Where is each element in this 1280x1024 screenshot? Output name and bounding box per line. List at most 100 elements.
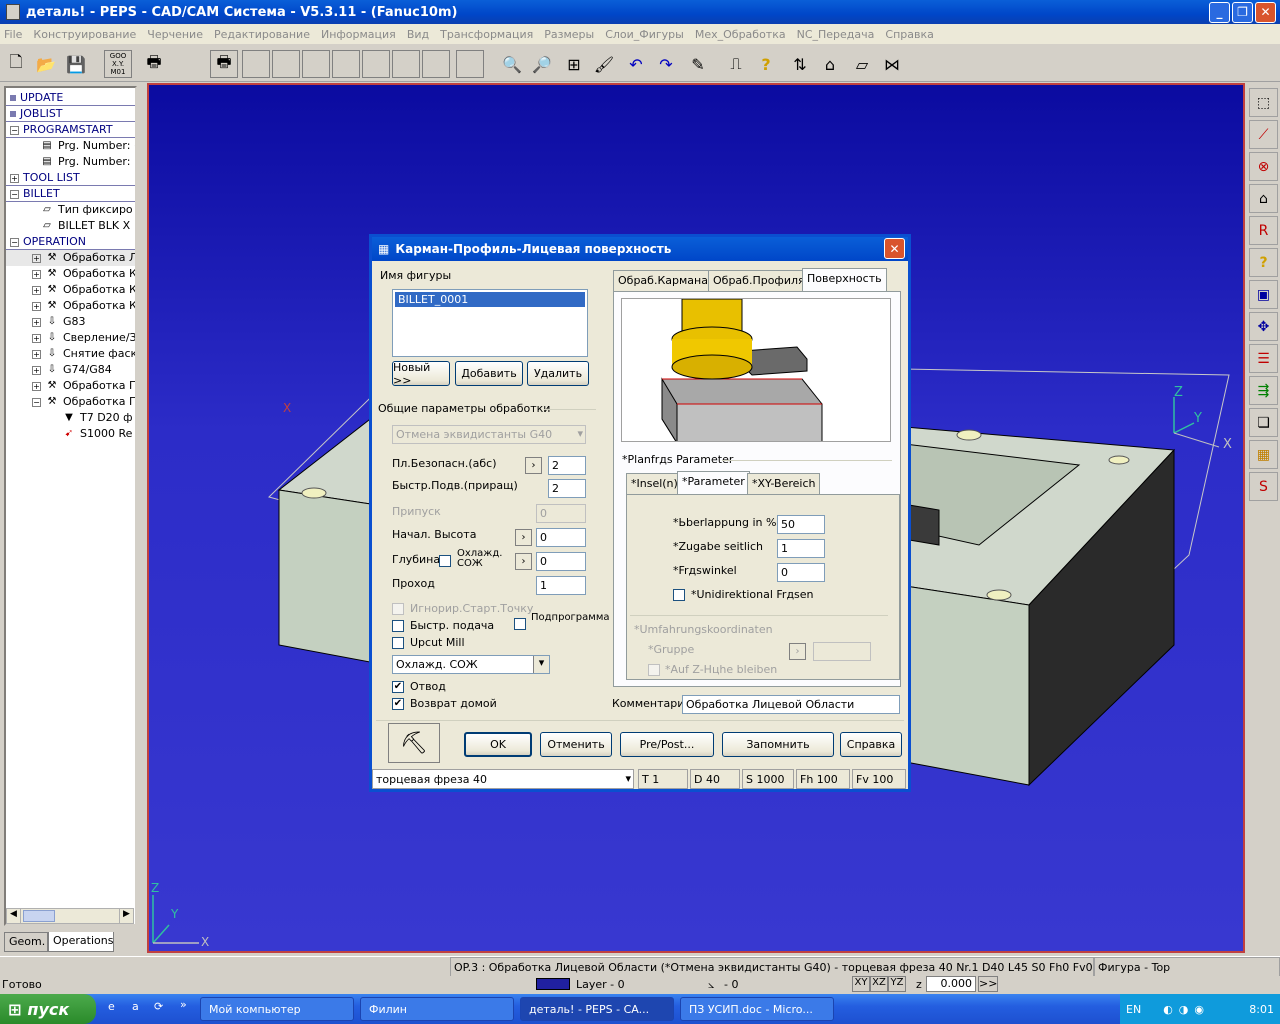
radius-icon[interactable]: R (1249, 216, 1278, 245)
view-yz-button[interactable]: YZ (888, 976, 906, 992)
subtab-insel[interactable]: *Insel(n) (626, 473, 683, 494)
view-xz-button[interactable]: XZ (870, 976, 888, 992)
contour-icon[interactable]: ⌂ (816, 50, 844, 78)
solid-icon[interactable]: ▣ (1249, 280, 1278, 309)
layers-icon[interactable]: ❏ (1249, 408, 1278, 437)
more-button[interactable]: >> (978, 976, 998, 992)
tree-item-speed[interactable]: ➹ S1000 Re (6, 426, 135, 442)
tree-item-programstart[interactable]: − PROGRAMSTART (6, 122, 135, 138)
menu-layers[interactable]: Слои_Фигуры (605, 28, 684, 41)
zoom-fit-icon[interactable]: ⊞ (560, 50, 588, 78)
empty-tool-6[interactable] (392, 50, 420, 78)
tree-item-toollist[interactable]: + TOOL LIST (6, 170, 135, 186)
figure-list-item[interactable]: BILLET_0001 (395, 292, 585, 307)
tree-item-prg-number-1[interactable]: ▤ Prg. Number: ( (6, 138, 135, 154)
empty-tool-2[interactable] (272, 50, 300, 78)
cancel-button[interactable]: Отменить (540, 732, 612, 757)
figure-listbox[interactable]: BILLET_0001 (392, 289, 588, 357)
safe-plane-arrow-button[interactable]: › (525, 457, 542, 474)
eraser-icon[interactable]: ✎ (684, 50, 712, 78)
side-allowance-input[interactable]: 1 (777, 539, 825, 558)
tree-item-update[interactable]: UPDATE (6, 90, 135, 106)
task-peps[interactable]: деталь! - PEPS - CA... (520, 997, 674, 1021)
menu-nc-transfer[interactable]: NC_Передача (797, 28, 875, 41)
rapid-feed-checkbox[interactable] (392, 620, 404, 632)
ie-icon[interactable]: e (108, 1000, 115, 1013)
line-icon[interactable]: ⟋ (1249, 120, 1278, 149)
retract-checkbox[interactable]: ✔ (392, 681, 404, 693)
profile-icon[interactable]: ⎍ (722, 50, 750, 78)
tab-pocket[interactable]: Обраб.Кармана (613, 270, 713, 291)
path-icon[interactable]: ⋈ (878, 50, 906, 78)
sort-icon[interactable]: ⇅ (786, 50, 814, 78)
empty-tool-5[interactable] (362, 50, 390, 78)
help-icon[interactable]: ? (1249, 248, 1278, 277)
chevron-down-icon[interactable]: ▾ (533, 656, 549, 673)
delete-figure-button[interactable]: Удалить (527, 361, 589, 386)
tray-icon-2[interactable]: ◑ (1179, 1003, 1189, 1016)
tree-item-op[interactable]: + ⚒ Обработка К. (6, 266, 135, 282)
tree-item-op[interactable]: − ⚒ Обработка П (6, 394, 135, 410)
coolant-select[interactable]: Охлажд. СОЖ ▾ (392, 655, 550, 674)
print-preview-icon[interactable]: 🖶 (210, 50, 238, 78)
prepost-button[interactable]: Pre/Post... (620, 732, 714, 757)
empty-tool-7[interactable] (422, 50, 450, 78)
tree-item-joblist[interactable]: JOBLIST (6, 106, 135, 122)
scroll-thumb[interactable] (23, 910, 55, 922)
depth-input[interactable]: 0 (536, 552, 586, 571)
tree-item-op[interactable]: + ⇩ Сверление/З (6, 330, 135, 346)
menu-help[interactable]: Справка (885, 28, 933, 41)
dialog-close-button[interactable]: ✕ (884, 238, 905, 259)
menu-machining[interactable]: Мех_Обработка (695, 28, 786, 41)
list-icon[interactable]: ☰ (1249, 344, 1278, 373)
quicklaunch-icon[interactable]: ⟳ (154, 1000, 163, 1013)
app-a-icon[interactable]: a (132, 1000, 139, 1013)
help-question-icon[interactable]: ? (752, 50, 780, 78)
scroll-right-icon[interactable]: ▶ (119, 909, 133, 923)
tree-item-tool[interactable]: ▼ T7 D20 ф (6, 410, 135, 426)
subtab-xy-bereich[interactable]: *XY-Bereich (747, 473, 821, 494)
tool-icon[interactable]: ⛏ (388, 723, 440, 763)
return-home-checkbox[interactable]: ✔ (392, 698, 404, 710)
task-my-computer[interactable]: Мой компьютер (200, 997, 354, 1021)
mill-angle-input[interactable]: 0 (777, 563, 825, 582)
close-button[interactable]: ✕ (1255, 1, 1276, 23)
collapse-icon[interactable]: − (32, 397, 41, 407)
tab-operations[interactable]: Operations (48, 932, 114, 952)
expand-icon[interactable]: + (32, 317, 41, 327)
empty-tool-1[interactable] (242, 50, 270, 78)
menu-dimensions[interactable]: Размеры (544, 28, 594, 41)
start-height-input[interactable]: 0 (536, 528, 586, 547)
redo-icon[interactable]: ↷ (652, 50, 680, 78)
tab-surface[interactable]: Поверхность (802, 268, 887, 291)
expand-icon[interactable]: + (32, 301, 41, 311)
tree-item-fixture-type[interactable]: ▱ Тип фиксиро (6, 202, 135, 218)
menu-drawing[interactable]: Черчение (147, 28, 203, 41)
tree-item-op[interactable]: + ⇩ G83 (6, 314, 135, 330)
ok-button[interactable]: OK (464, 732, 532, 757)
z-value-input[interactable]: 0.000 (926, 976, 976, 992)
start-height-arrow-button[interactable]: › (515, 529, 532, 546)
center-icon[interactable]: ✥ (1249, 312, 1278, 341)
expand-icon[interactable]: + (32, 349, 41, 359)
print-icon[interactable]: 🖶 (140, 50, 168, 78)
collapse-icon[interactable]: − (10, 189, 19, 199)
tree-item-op[interactable]: + ⚒ Обработка Л (6, 250, 135, 266)
pass-input[interactable]: 1 (536, 576, 586, 595)
task-word-doc[interactable]: ПЗ УСИП.doc - Micro... (680, 997, 834, 1021)
collapse-icon[interactable]: − (10, 125, 19, 135)
view-xy-button[interactable]: XY (852, 976, 870, 992)
tree-item-prg-number-2[interactable]: ▤ Prg. Number: (6, 154, 135, 170)
empty-tool-3[interactable] (302, 50, 330, 78)
menu-edit[interactable]: Редактирование (214, 28, 310, 41)
empty-tool-4[interactable] (332, 50, 360, 78)
tree-item-op[interactable]: + ⚒ Обработка К. (6, 282, 135, 298)
menu-transform[interactable]: Трансформация (440, 28, 533, 41)
minimize-button[interactable]: _ (1209, 1, 1230, 23)
expand-icon[interactable]: + (32, 365, 41, 375)
overlap-input[interactable]: 50 (777, 515, 825, 534)
tool-select[interactable]: торцевая фреза 40 ▾ (372, 769, 634, 789)
machine-icon[interactable]: ▦ (1249, 440, 1278, 469)
menu-file[interactable]: File (4, 28, 22, 41)
menu-view[interactable]: Вид (407, 28, 429, 41)
